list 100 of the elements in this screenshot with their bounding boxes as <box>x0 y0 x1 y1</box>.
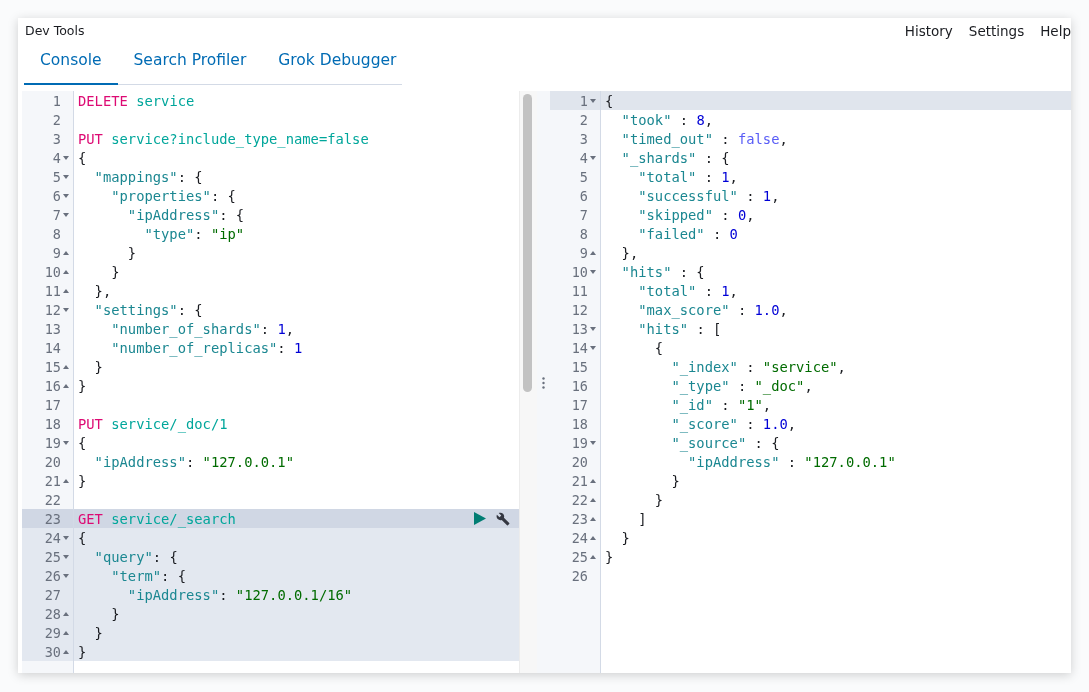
code-line: "timed_out" : false, <box>620 130 788 147</box>
caret-down-icon[interactable] <box>590 440 596 445</box>
line-number: 5 <box>52 168 61 185</box>
caret-down-icon[interactable] <box>63 440 69 445</box>
code-line: "skipped" : 0, <box>637 206 755 223</box>
code-line: "_source" : { <box>670 434 780 451</box>
line-number: 20 <box>571 453 588 470</box>
line-number: 11 <box>571 282 588 299</box>
line-number: 30 <box>44 643 61 660</box>
line-number: 18 <box>44 415 61 432</box>
code-line: "number_of_replicas": 1 <box>110 339 303 356</box>
code-line: "total" : 1, <box>637 282 738 299</box>
line-number: 16 <box>571 377 588 394</box>
code-line: }, <box>620 244 639 261</box>
line-number: 15 <box>44 358 61 375</box>
line-number: 22 <box>44 491 61 508</box>
code-line: "failed" : 0 <box>637 225 738 242</box>
line-number: 19 <box>44 434 61 451</box>
code-line: ] <box>637 510 647 527</box>
code-line: "query": { <box>93 548 178 565</box>
line-number: 3 <box>579 130 588 147</box>
caret-up-icon[interactable] <box>63 288 69 293</box>
line-number: 27 <box>44 586 61 603</box>
caret-down-icon[interactable] <box>63 212 69 217</box>
code-line: } <box>77 472 87 489</box>
line-number: 3 <box>52 130 61 147</box>
caret-up-icon[interactable] <box>63 630 69 635</box>
line-number: 24 <box>571 529 588 546</box>
line-number: 1 <box>52 92 61 109</box>
caret-down-icon[interactable] <box>63 174 69 179</box>
line-number: 1 <box>579 92 588 109</box>
caret-down-icon[interactable] <box>590 326 596 331</box>
caret-up-icon[interactable] <box>590 497 596 502</box>
caret-up-icon[interactable] <box>590 535 596 540</box>
scrollbar-thumb[interactable] <box>523 94 532 392</box>
caret-down-icon[interactable] <box>590 155 596 160</box>
code-line: "_id" : "1", <box>670 396 772 413</box>
code-line: "total" : 1, <box>637 168 738 185</box>
caret-up-icon[interactable] <box>63 478 69 483</box>
code-line: } <box>110 605 120 622</box>
code-line: "_index" : "service", <box>670 358 846 375</box>
line-number: 23 <box>571 510 588 527</box>
line-number: 15 <box>571 358 588 375</box>
header-link[interactable]: History <box>904 17 953 39</box>
line-number: 7 <box>579 206 588 223</box>
code-line: "_score" : 1.0, <box>670 415 797 432</box>
caret-down-icon[interactable] <box>63 535 69 540</box>
caret-down-icon[interactable] <box>63 307 69 312</box>
tab[interactable]: Grok Debugger <box>262 47 413 85</box>
code-line: "properties": { <box>110 187 236 204</box>
line-number: 21 <box>44 472 61 489</box>
code-line: "hits" : { <box>620 263 705 280</box>
tab[interactable]: Console <box>24 47 118 85</box>
line-number: 26 <box>44 567 61 584</box>
code-line: "term": { <box>110 567 186 584</box>
caret-up-icon[interactable] <box>63 649 69 654</box>
play-icon[interactable] <box>474 512 486 525</box>
line-number: 21 <box>571 472 588 489</box>
caret-down-icon[interactable] <box>590 269 596 274</box>
line-number: 17 <box>571 396 588 413</box>
drag-handle-icon[interactable] <box>542 376 545 389</box>
code-line: } <box>126 244 137 261</box>
caret-down-icon[interactable] <box>590 98 596 103</box>
caret-up-icon[interactable] <box>590 250 596 255</box>
code-line: "settings": { <box>93 301 203 318</box>
line-number: 2 <box>579 111 588 128</box>
line-number: 6 <box>579 187 588 204</box>
line-number: 22 <box>571 491 588 508</box>
header-link[interactable]: Help <box>1040 17 1071 39</box>
line-number: 11 <box>44 282 61 299</box>
line-number: 14 <box>571 339 588 356</box>
wrench-icon[interactable] <box>496 511 510 526</box>
scrollbar-track[interactable] <box>519 91 537 673</box>
code-line: } <box>77 377 87 394</box>
caret-up-icon[interactable] <box>63 269 69 274</box>
code-line: "ipAddress": "127.0.0.1" <box>93 453 294 470</box>
code-line: "_shards" : { <box>620 149 730 166</box>
line-number: 25 <box>44 548 61 565</box>
code-line: } <box>93 624 103 641</box>
caret-up-icon[interactable] <box>63 250 69 255</box>
caret-down-icon[interactable] <box>590 345 596 350</box>
code-line: "successful" : 1, <box>637 187 780 204</box>
line-number: 23 <box>44 510 61 527</box>
caret-down-icon[interactable] <box>63 573 69 578</box>
caret-up-icon[interactable] <box>590 478 596 483</box>
code-line: "max_score" : 1.0, <box>637 301 788 318</box>
caret-up-icon[interactable] <box>590 516 596 521</box>
header-link[interactable]: Settings <box>968 17 1025 39</box>
line-number: 8 <box>52 225 61 242</box>
caret-down-icon[interactable] <box>63 193 69 198</box>
caret-up-icon[interactable] <box>63 383 69 388</box>
line-number: 10 <box>44 263 61 280</box>
caret-up-icon[interactable] <box>63 364 69 369</box>
caret-up-icon[interactable] <box>63 611 69 616</box>
tab[interactable]: Search Profiler <box>117 47 263 85</box>
caret-up-icon[interactable] <box>590 554 596 559</box>
caret-down-icon[interactable] <box>63 554 69 559</box>
caret-down-icon[interactable] <box>63 155 69 160</box>
line-number: 25 <box>571 548 588 565</box>
line-number: 7 <box>52 206 61 223</box>
